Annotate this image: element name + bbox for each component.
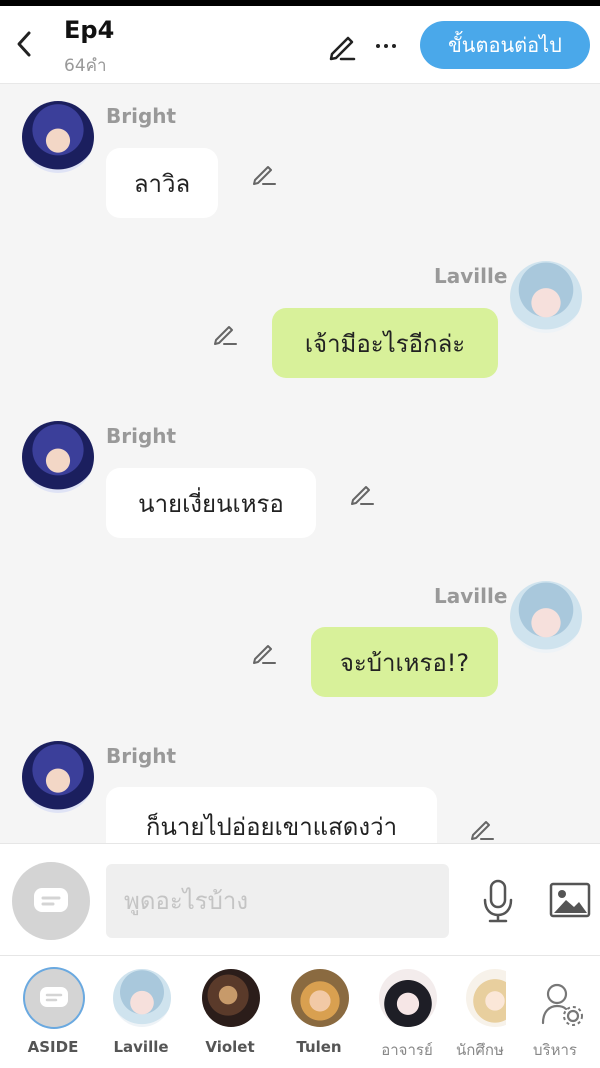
pencil-icon <box>351 486 374 505</box>
sender-name: Bright <box>106 744 177 768</box>
avatar <box>291 969 349 1027</box>
avatar <box>466 969 506 1027</box>
message-bubble[interactable]: ก็นายไปอ่อยเขาแสดงว่า <box>106 787 437 843</box>
message-icon <box>34 888 68 912</box>
avatar-bright[interactable] <box>22 421 94 493</box>
message-icon <box>40 987 68 1007</box>
next-step-button[interactable]: ขั้นตอนต่อไป <box>420 21 590 69</box>
dot-icon <box>384 44 388 48</box>
message-bubble[interactable]: เจ้ามีอะไรอีกล่ะ <box>272 308 498 378</box>
image-button[interactable] <box>546 878 594 922</box>
microphone-icon <box>483 879 513 923</box>
avatar <box>379 969 437 1027</box>
sender-name: Bright <box>106 104 177 128</box>
more-options-button[interactable] <box>366 26 406 66</box>
edit-message-button[interactable] <box>249 638 279 668</box>
input-bar <box>0 843 600 955</box>
pencil-icon <box>253 645 276 664</box>
avatar <box>25 969 83 1027</box>
chat-area[interactable]: Bright ลาวิล Laville เจ้ามีอะไรอีกล่ะ Br… <box>0 84 600 843</box>
character-student[interactable]: นักศึกษ <box>440 956 506 1068</box>
word-count: 64คำ <box>64 56 107 76</box>
image-icon <box>549 882 591 918</box>
character-bar: ASIDE Laville Violet Tulen อาจารย์ นักศึ… <box>0 955 600 1068</box>
message-bubble[interactable]: นายเงี่ยนเหรอ <box>106 468 316 538</box>
pencil-icon <box>471 821 494 840</box>
pencil-icon <box>253 166 276 185</box>
message-bubble[interactable]: ลาวิล <box>106 148 218 218</box>
character-violet[interactable]: Violet <box>185 956 275 1068</box>
edit-message-button[interactable] <box>210 319 240 349</box>
avatar-bright[interactable] <box>22 101 94 173</box>
voice-button[interactable] <box>474 874 522 928</box>
header: Ep4 64คำ ขั้นตอนต่อไป <box>0 6 600 84</box>
chevron-left-icon <box>17 31 31 57</box>
character-laville[interactable]: Laville <box>96 956 186 1068</box>
sender-name: Laville <box>434 264 508 288</box>
character-tulen[interactable]: Tulen <box>274 956 364 1068</box>
character-name: Violet <box>205 1038 255 1056</box>
character-aside[interactable]: ASIDE <box>8 956 98 1068</box>
character-manage[interactable]: บริหาร <box>510 956 600 1068</box>
character-name: อาจารย์ <box>381 1041 433 1059</box>
character-name: Laville <box>113 1038 169 1056</box>
pencil-icon <box>214 326 237 345</box>
avatar-laville[interactable] <box>510 261 582 333</box>
avatar <box>113 969 171 1027</box>
pencil-icon <box>329 36 356 61</box>
edit-message-button[interactable] <box>249 159 279 189</box>
character-name: บริหาร <box>533 1041 577 1059</box>
character-name: นักศึกษ <box>456 1041 504 1059</box>
dot-icon <box>392 44 396 48</box>
page-title: Ep4 <box>64 16 115 44</box>
aside-toggle-button[interactable] <box>12 862 90 940</box>
dot-icon <box>376 44 380 48</box>
avatar-laville[interactable] <box>510 581 582 653</box>
character-name: Tulen <box>296 1038 342 1056</box>
message-input[interactable] <box>106 864 449 938</box>
edit-message-button[interactable] <box>347 479 377 509</box>
user-settings-icon <box>541 983 583 1026</box>
character-teacher[interactable]: อาจารย์ <box>362 956 452 1068</box>
edit-button[interactable] <box>322 26 362 66</box>
edit-message-button[interactable] <box>467 814 497 843</box>
message-row: Bright ก็นายไปอ่อยเขาแสดงว่า <box>0 724 600 843</box>
avatar <box>202 969 260 1027</box>
sender-name: Bright <box>106 424 177 448</box>
message-bubble[interactable]: จะบ้าเหรอ!? <box>311 627 498 697</box>
character-name: ASIDE <box>27 1038 79 1056</box>
sender-name: Laville <box>434 584 508 608</box>
avatar-bright[interactable] <box>22 741 94 813</box>
back-button[interactable] <box>8 24 40 64</box>
